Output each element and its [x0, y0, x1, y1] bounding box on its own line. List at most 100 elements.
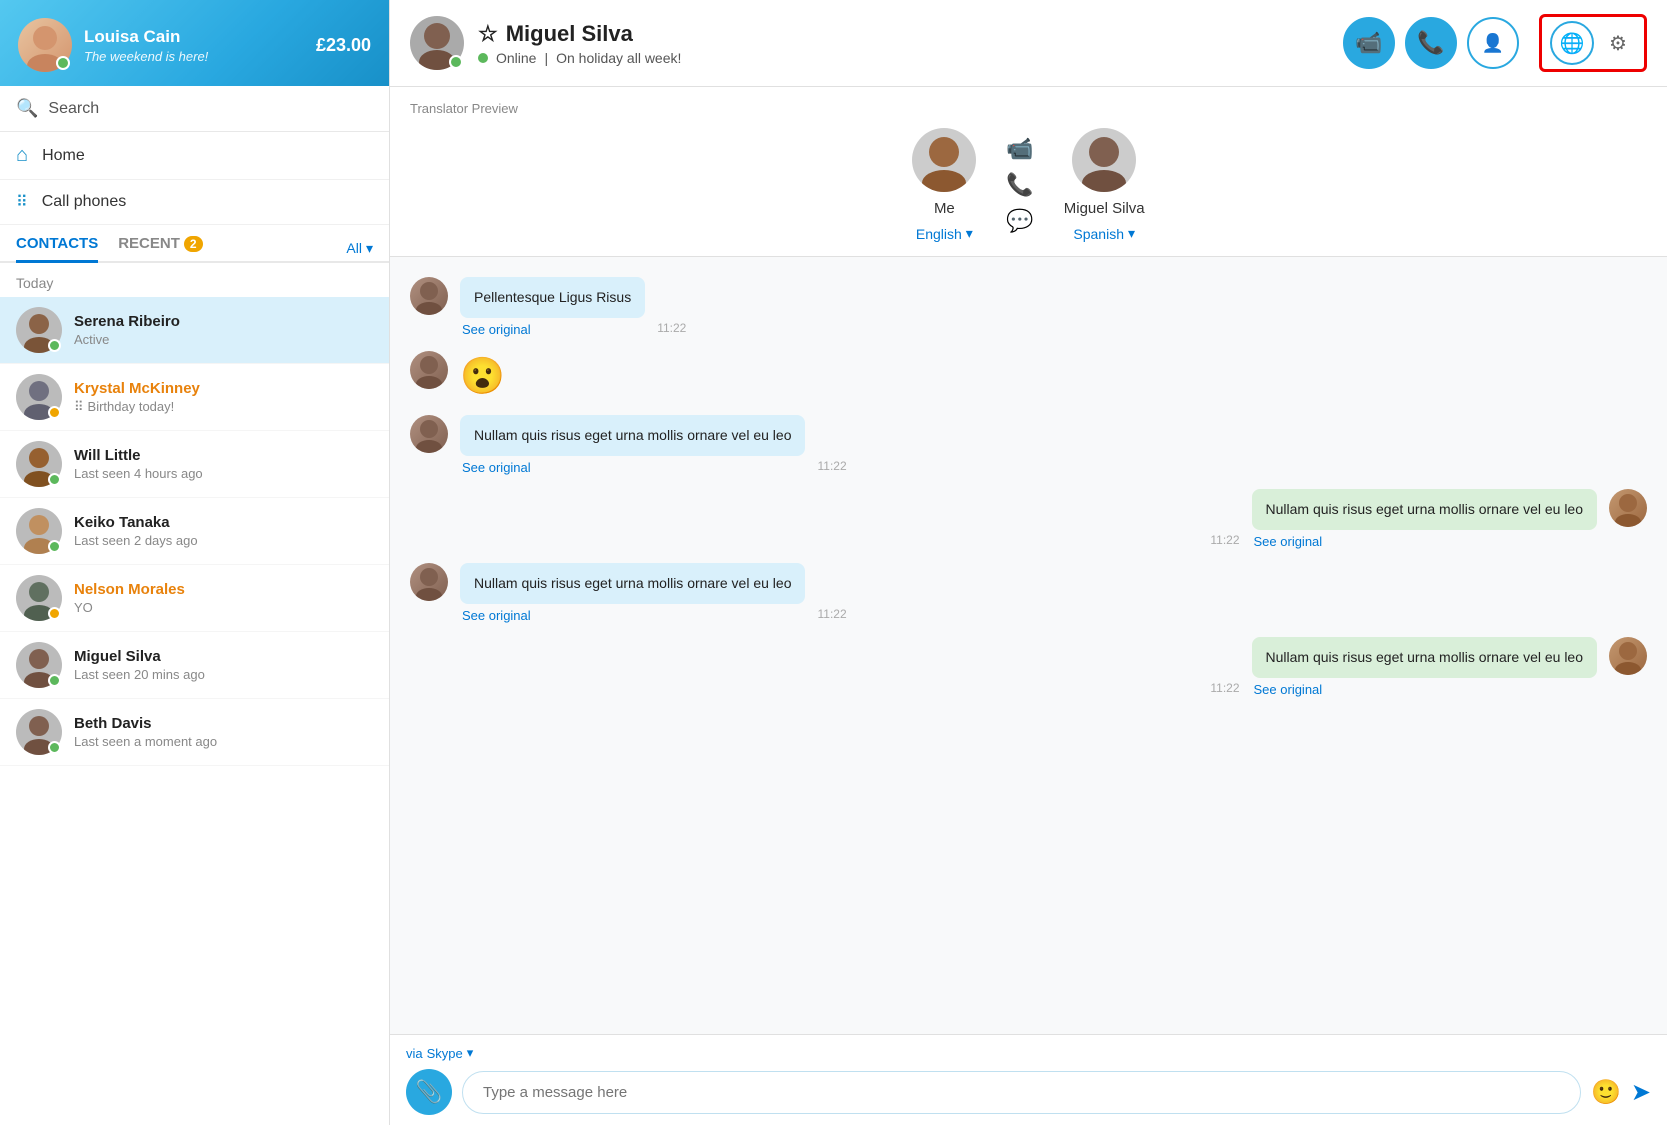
message-row-1: Pellentesque Ligus Risus See original 11…: [410, 277, 1647, 337]
chat-header-avatar: [410, 16, 464, 70]
emoji-button[interactable]: 🙂: [1591, 1078, 1621, 1107]
tab-all[interactable]: All ▾: [346, 240, 373, 257]
msg-see-original-5[interactable]: See original: [460, 608, 805, 623]
krystal-sub: ⠿ Birthday today!: [74, 399, 373, 415]
message-row-5: Nullam quis risus eget urna mollis ornar…: [410, 563, 1647, 623]
search-bar[interactable]: 🔍 Search: [0, 86, 389, 132]
message-row-4: Nullam quis risus eget urna mollis ornar…: [410, 489, 1647, 549]
chat-bottom: via Skype ▾ 📎 🙂 ➤: [390, 1034, 1667, 1125]
contact-avatar-keiko: [16, 508, 62, 554]
add-contact-button[interactable]: 👤: [1467, 17, 1519, 69]
nelson-info: Nelson Morales YO: [74, 581, 373, 615]
video-call-button[interactable]: 📹: [1343, 17, 1395, 69]
beth-info: Beth Davis Last seen a moment ago: [74, 715, 373, 749]
sidebar: Louisa Cain The weekend is here! £23.00 …: [0, 0, 390, 1125]
msg-emoji-2: 😮: [460, 351, 505, 401]
msg-see-original-1[interactable]: See original: [460, 322, 645, 337]
sidebar-header: Louisa Cain The weekend is here! £23.00: [0, 0, 389, 86]
search-label: Search: [48, 100, 99, 118]
message-row-3: Nullam quis risus eget urna mollis ornar…: [410, 415, 1647, 475]
will-name: Will Little: [74, 447, 373, 464]
msg-avatar-2: [410, 351, 448, 389]
contact-item-miguel[interactable]: Miguel Silva Last seen 20 mins ago: [0, 632, 389, 699]
search-icon: 🔍: [16, 98, 38, 119]
sidebar-item-home-label: Home: [42, 147, 85, 165]
nelson-status: [48, 607, 61, 620]
highlight-box: 🌐 ⚙: [1539, 14, 1647, 72]
me-lang-select[interactable]: English ▾: [916, 225, 973, 242]
contact-item-beth[interactable]: Beth Davis Last seen a moment ago: [0, 699, 389, 766]
msg-bubble-5: Nullam quis risus eget urna mollis ornar…: [460, 563, 805, 604]
chat-divider-icon: 💬: [1006, 208, 1033, 234]
attach-button[interactable]: 📎: [406, 1069, 452, 1115]
main-chat: ☆ Miguel Silva Online | On holiday all w…: [390, 0, 1667, 1125]
tab-contacts[interactable]: CONTACTS: [16, 235, 98, 263]
profile-area[interactable]: Louisa Cain The weekend is here!: [18, 18, 208, 72]
msg-content-1: Pellentesque Ligus Risus See original: [460, 277, 645, 337]
nelson-sub: YO: [74, 600, 373, 615]
phone-divider-icon: 📞: [1006, 172, 1033, 198]
chat-title: ☆ Miguel Silva: [478, 21, 1329, 47]
miguel-sub: Last seen 20 mins ago: [74, 667, 373, 682]
me-lang-chevron: ▾: [966, 225, 973, 242]
via-chevron: ▾: [467, 1045, 474, 1061]
contact-avatar-will: [16, 441, 62, 487]
msg-see-original-6[interactable]: See original: [1252, 682, 1597, 697]
chevron-down-icon: ▾: [366, 240, 373, 257]
beth-name: Beth Davis: [74, 715, 373, 732]
message-input[interactable]: [462, 1071, 1581, 1114]
msg-text-3: Nullam quis risus eget urna mollis ornar…: [474, 427, 791, 443]
star-icon[interactable]: ☆: [478, 21, 498, 47]
contact-avatar-beth: [16, 709, 62, 755]
tab-recent[interactable]: RECENT2: [118, 235, 202, 263]
msg-see-original-3[interactable]: See original: [460, 460, 805, 475]
msg-avatar-1: [410, 277, 448, 315]
contact-avatar-serena: [16, 307, 62, 353]
translator-button[interactable]: 🌐: [1550, 21, 1594, 65]
will-sub: Last seen 4 hours ago: [74, 466, 373, 481]
profile-info: Louisa Cain The weekend is here!: [84, 27, 208, 64]
phone-call-icon: 📞: [1417, 30, 1444, 56]
msg-see-original-4[interactable]: See original: [1252, 534, 1597, 549]
serena-name: Serena Ribeiro: [74, 313, 373, 330]
chat-subtitle: Online | On holiday all week!: [478, 50, 1329, 66]
contact-item-nelson[interactable]: Nelson Morales YO: [0, 565, 389, 632]
gear-icon: ⚙: [1609, 31, 1627, 56]
contact-item-keiko[interactable]: Keiko Tanaka Last seen 2 days ago: [0, 498, 389, 565]
msg-time-1: 11:22: [657, 321, 686, 337]
contact-avatar-nelson: [16, 575, 62, 621]
msg-content-3: Nullam quis risus eget urna mollis ornar…: [460, 415, 805, 475]
contact-item-serena[interactable]: Serena Ribeiro Active: [0, 297, 389, 364]
send-button[interactable]: ➤: [1631, 1078, 1651, 1107]
birthday-icon: ⠿: [74, 399, 84, 415]
nelson-name: Nelson Morales: [74, 581, 373, 598]
translator-person-miguel: Miguel Silva Spanish ▾: [1064, 128, 1145, 242]
msg-bubble-3: Nullam quis risus eget urna mollis ornar…: [460, 415, 805, 456]
translator-divider: 📹 📞 💬: [976, 136, 1063, 234]
translator-preview: Translator Preview Me English ▾ 📹 📞 💬: [390, 87, 1667, 257]
emoji-icon: 🙂: [1591, 1079, 1621, 1106]
msg-bubble-6: Nullam quis risus eget urna mollis ornar…: [1252, 637, 1597, 678]
krystal-status: [48, 406, 61, 419]
tabs-bar: CONTACTS RECENT2 All ▾: [0, 225, 389, 263]
phone-call-button[interactable]: 📞: [1405, 17, 1457, 69]
miguel-lang-chevron: ▾: [1128, 225, 1135, 242]
settings-button[interactable]: ⚙: [1600, 25, 1636, 61]
contact-item-will[interactable]: Will Little Last seen 4 hours ago: [0, 431, 389, 498]
translator-preview-label: Translator Preview: [410, 101, 1647, 116]
sidebar-item-home[interactable]: ⌂ Home: [0, 132, 389, 180]
msg-content-5: Nullam quis risus eget urna mollis ornar…: [460, 563, 805, 623]
via-service[interactable]: Skype: [427, 1046, 463, 1061]
contact-item-krystal[interactable]: Krystal McKinney ⠿ Birthday today!: [0, 364, 389, 431]
msg-time-6: 11:22: [1210, 681, 1239, 697]
miguel-lang-select[interactable]: Spanish ▾: [1073, 225, 1135, 242]
profile-status-dot: [56, 56, 70, 70]
serena-status: [48, 339, 61, 352]
msg-content-4: Nullam quis risus eget urna mollis ornar…: [1252, 489, 1597, 549]
section-today-label: Today: [0, 263, 389, 297]
msg-avatar-3: [410, 415, 448, 453]
attach-icon: 📎: [415, 1079, 442, 1105]
video-divider-icon: 📹: [1006, 136, 1033, 162]
sidebar-item-call-phones[interactable]: ⠿ Call phones: [0, 180, 389, 225]
translator-person-me: Me English ▾: [912, 128, 976, 242]
